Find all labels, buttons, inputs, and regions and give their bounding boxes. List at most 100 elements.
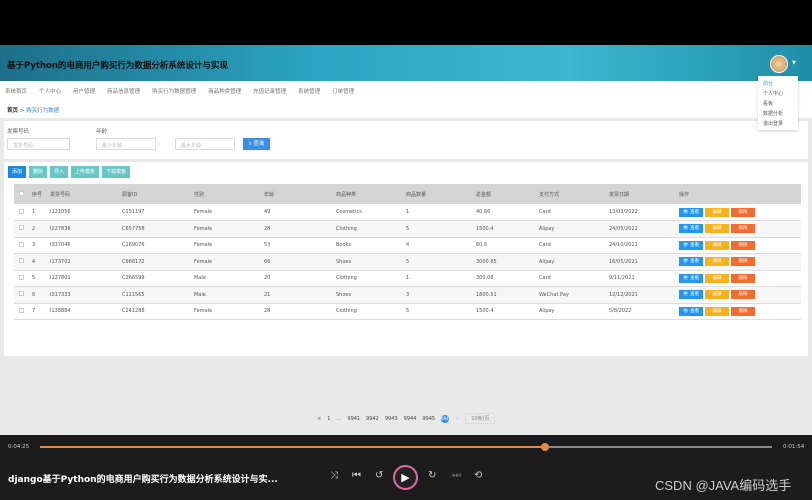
invoice-input[interactable]: 发票号码 — [7, 138, 70, 150]
menu-item-profile[interactable]: 个人中心 — [763, 89, 793, 99]
prev-page-button[interactable]: < — [317, 416, 321, 422]
view-label: 查看 — [690, 259, 700, 265]
nav-item[interactable]: 购买行为数据管理 — [152, 87, 196, 95]
ellipsis-button[interactable]: … — [336, 416, 341, 422]
row-checkbox[interactable] — [19, 307, 24, 313]
page-1[interactable]: 1 — [327, 416, 330, 422]
delete-row-button[interactable]: 删除 — [731, 257, 755, 267]
next-page-button[interactable]: > — [455, 416, 459, 422]
view-label: 查看 — [690, 226, 700, 232]
seek-bar[interactable] — [40, 443, 772, 451]
page-9945[interactable]: 9945 — [422, 416, 435, 422]
avatar[interactable] — [770, 55, 788, 73]
column-header[interactable]: 序号 — [32, 184, 50, 204]
column-header[interactable]: 商品种类 — [336, 184, 406, 204]
column-header[interactable]: 发票日期 — [609, 184, 679, 204]
page-9943[interactable]: 9943 — [385, 416, 398, 422]
table-cell: 1 — [32, 204, 50, 221]
seek-handle[interactable] — [541, 443, 550, 451]
row-checkbox[interactable] — [19, 225, 24, 231]
table-cell: C151197 — [122, 204, 194, 221]
delete-row-button[interactable]: 删除 — [731, 207, 755, 217]
shuffle-icon[interactable]: ⤨ — [330, 470, 338, 481]
menu-item-dashboard[interactable]: 看板 — [763, 99, 793, 109]
edit-button[interactable]: 编辑 — [705, 224, 729, 234]
row-checkbox[interactable] — [19, 274, 24, 280]
breadcrumb-home[interactable]: 首页 — [7, 108, 18, 114]
table-cell: 1500.4 — [476, 220, 539, 238]
page-current[interactable]: 9946 — [441, 414, 451, 423]
min-age-input[interactable]: 最小年龄 — [96, 138, 156, 150]
edit-button[interactable]: 编辑 — [705, 306, 729, 316]
select-all-checkbox[interactable] — [19, 190, 24, 196]
column-header[interactable]: 发票号码 — [50, 184, 122, 204]
nav-item[interactable]: 个人中心 — [39, 87, 61, 95]
column-header[interactable]: 总金额 — [476, 184, 539, 204]
edit-button[interactable]: 编辑 — [705, 207, 729, 217]
previous-icon[interactable]: ⏮ — [352, 470, 361, 481]
table-cell: 40.66 — [476, 204, 539, 221]
edit-button[interactable]: 编辑 — [705, 273, 729, 283]
play-button[interactable]: ▶ — [393, 465, 418, 490]
column-header[interactable]: 年龄 — [264, 184, 336, 204]
delete-button[interactable]: 删除 — [29, 166, 48, 178]
table-cell: 1500.4 — [476, 303, 539, 320]
delete-row-button[interactable]: 删除 — [731, 273, 755, 283]
actions-cell: 👁 查看 编辑 删除 — [679, 237, 801, 254]
column-header[interactable]: 商品数量 — [406, 184, 476, 204]
row-checkbox[interactable] — [19, 291, 24, 297]
nav-item[interactable]: 系统首页 — [5, 87, 27, 95]
menu-item-analysis[interactable]: 数据分析 — [763, 109, 793, 119]
delete-row-button[interactable]: 删除 — [731, 306, 755, 316]
menu-item-logout[interactable]: 退出登录 — [763, 119, 793, 129]
page-size-select[interactable]: 10条/页 — [465, 413, 496, 424]
table-cell: Male — [194, 286, 264, 304]
row-checkbox[interactable] — [19, 208, 24, 214]
table-cell: 20 — [264, 270, 336, 287]
delete-row-button[interactable]: 删除 — [731, 290, 755, 300]
nav-item[interactable]: 用户管理 — [73, 87, 95, 95]
import-button[interactable]: 导入 — [50, 166, 69, 178]
view-button[interactable]: 👁 查看 — [679, 207, 703, 217]
download-template-button[interactable]: 下载模板 — [102, 166, 131, 178]
column-header[interactable]: 支付方式 — [539, 184, 609, 204]
view-button[interactable]: 👁 查看 — [679, 306, 703, 316]
view-button[interactable]: 👁 查看 — [679, 273, 703, 283]
edit-button[interactable]: 编辑 — [705, 240, 729, 250]
column-header[interactable]: 操作 — [679, 184, 801, 204]
rewind-icon[interactable]: ↺ — [375, 470, 383, 481]
max-age-input[interactable]: 最大年龄 — [175, 138, 235, 150]
repeat-off-icon[interactable]: ⟲ — [474, 470, 482, 481]
page-9941[interactable]: 9941 — [347, 416, 360, 422]
edit-button[interactable]: 编辑 — [705, 290, 729, 300]
column-header[interactable]: 性别 — [194, 184, 264, 204]
nav-item[interactable]: 订单管理 — [332, 87, 354, 95]
view-button[interactable]: 👁 查看 — [679, 290, 703, 300]
page-9944[interactable]: 9944 — [404, 416, 417, 422]
table-cell: 12/12/2021 — [609, 286, 679, 304]
table-cell: C657758 — [122, 220, 194, 238]
next-icon[interactable]: ⏭ — [452, 470, 461, 481]
chevron-down-icon[interactable]: ▼ — [792, 60, 796, 66]
upload-template-button[interactable]: 上传模板 — [71, 166, 100, 178]
menu-item-frontend[interactable]: 前台 — [763, 79, 793, 89]
nav-item[interactable]: 商品信息管理 — [107, 87, 140, 95]
nav-item[interactable]: 系统管理 — [298, 87, 320, 95]
query-button[interactable]: ⌕ 查询 — [243, 138, 270, 150]
nav-item[interactable]: 充值记录管理 — [253, 87, 286, 95]
view-button[interactable]: 👁 查看 — [679, 240, 703, 250]
column-header[interactable]: 顾客ID — [122, 184, 194, 204]
table-cell: Cosmetics — [336, 204, 406, 221]
row-checkbox[interactable] — [19, 241, 24, 247]
delete-row-button[interactable]: 删除 — [731, 240, 755, 250]
forward-icon[interactable]: ↻ — [428, 470, 436, 481]
view-button[interactable]: 👁 查看 — [679, 224, 703, 234]
row-checkbox[interactable] — [19, 258, 24, 264]
page-9942[interactable]: 9942 — [366, 416, 379, 422]
edit-button[interactable]: 编辑 — [705, 257, 729, 267]
view-button[interactable]: 👁 查看 — [679, 257, 703, 267]
nav-item[interactable]: 商品种类管理 — [208, 87, 241, 95]
delete-row-button[interactable]: 删除 — [731, 224, 755, 234]
add-button[interactable]: 添加 — [8, 166, 27, 178]
table-cell: 24/05/2022 — [609, 220, 679, 238]
